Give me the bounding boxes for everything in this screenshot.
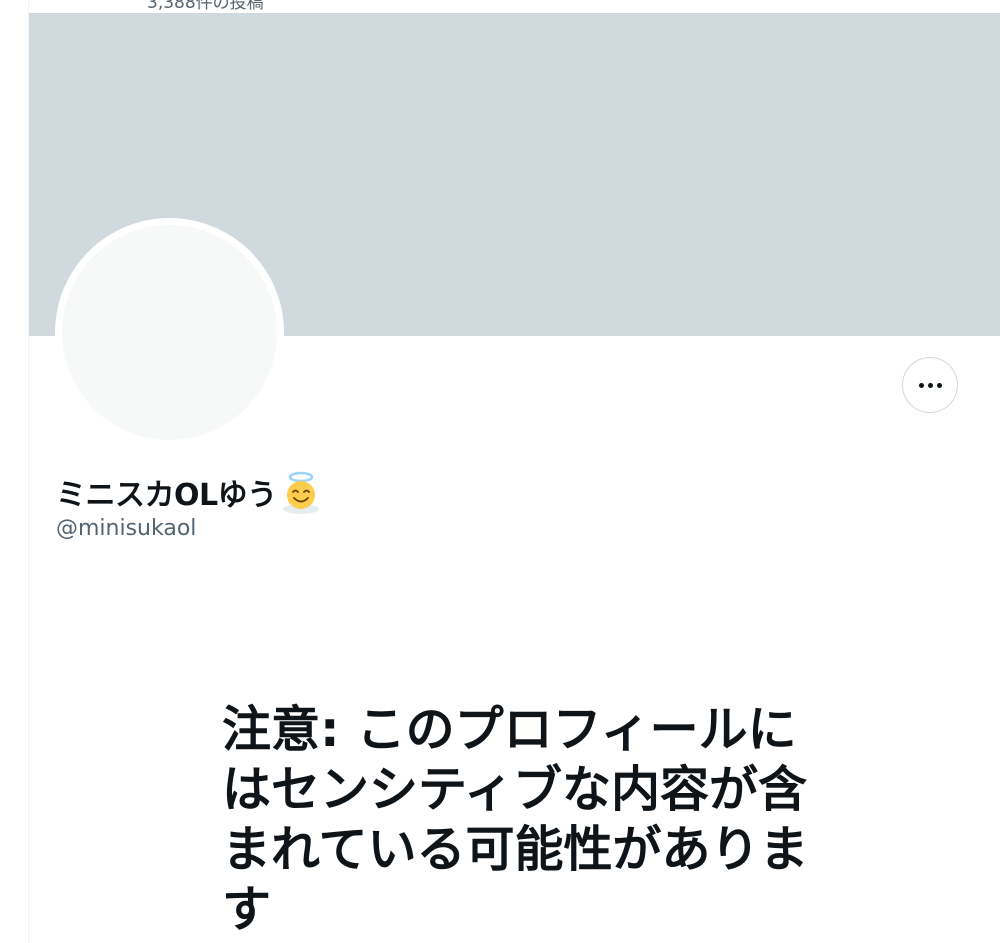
post-count: 3,388件の投稿 [147,0,264,13]
display-name-text: ミニスカOLゆう [56,478,277,513]
more-dot-icon [918,382,924,388]
profile-page: 3,388件の投稿 ミニスカOLゆう @minisukaol 注意: このプロフ… [0,0,1000,943]
sensitive-content-warning: 注意: このプロフィールにはセンシティブな内容が含まれている可能性があります [222,701,809,938]
more-dot-icon [927,382,933,388]
avatar-placeholder [62,225,277,440]
profile-avatar[interactable] [55,218,284,447]
more-options-button[interactable] [902,357,958,413]
display-name: ミニスカOLゆう [56,470,321,514]
smiling-face-with-halo-icon [282,471,319,514]
left-gutter [0,0,29,943]
header-bar: 3,388件の投稿 [29,0,1000,13]
more-dot-icon [936,382,942,388]
user-handle: @minisukaol [56,516,197,541]
